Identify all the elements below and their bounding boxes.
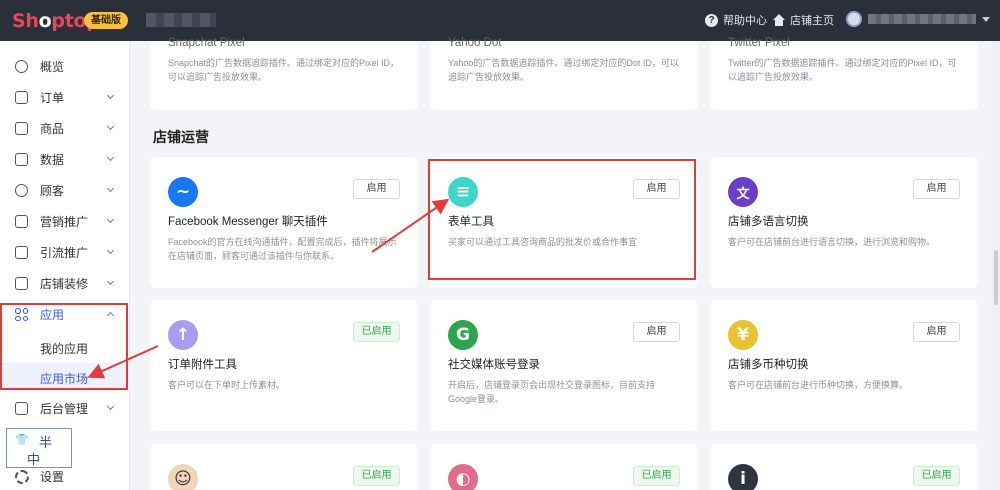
app-card-snapchat-pixel[interactable]: Snapchat Pixel Snapchat的广告数据追踪插件。通过绑定对应的… [150, 37, 418, 110]
caret-down-icon [982, 16, 990, 22]
chevron-down-icon [106, 277, 115, 286]
sidebar-item-decoration[interactable]: 店铺装修 [0, 268, 130, 299]
user-menu[interactable] [846, 11, 990, 27]
chevron-down-icon [106, 184, 115, 193]
gear-icon [15, 469, 29, 484]
sidebar-item-customers[interactable]: 顾客 [0, 175, 130, 206]
app-card-multi-currency[interactable]: ¥ 启用 店铺多币种切换 客户可在店铺前台进行币种切换，方便换算。 [710, 300, 978, 431]
palette-icon: ◐ [448, 464, 478, 490]
help-center-label: 帮助中心 [723, 15, 767, 27]
section-title-store-operation: 店铺运营 [153, 129, 209, 145]
sidebar-item-products[interactable]: 商品 [0, 113, 130, 144]
sidebar-item-admin[interactable]: 后台管理 [0, 393, 130, 424]
store-home-link[interactable]: 店铺主页 [773, 12, 834, 28]
help-icon: ? [705, 13, 718, 27]
messenger-icon: ~ [168, 177, 198, 207]
annotation-box-form-tool [428, 159, 696, 280]
chevron-down-icon [106, 215, 115, 224]
decoration-icon [15, 277, 28, 290]
store-home-label: 店铺主页 [790, 15, 834, 27]
enabled-button[interactable]: 已启用 [353, 322, 400, 342]
sidebar-item-marketing[interactable]: 营销推广 [0, 206, 130, 237]
plan-badge: 基础版 [84, 12, 128, 29]
enabled-button[interactable]: 已启用 [353, 466, 400, 486]
chevron-down-icon [106, 153, 115, 162]
info-icon: i [728, 464, 758, 490]
traffic-icon [15, 246, 28, 259]
house-icon [773, 14, 785, 26]
enable-button[interactable]: 启用 [913, 179, 960, 199]
app-card-row3-2[interactable]: ◐ 已启用 [430, 444, 698, 490]
app-card-row3-1[interactable]: ☺ 已启用 [150, 444, 418, 490]
user-name-blurred [868, 14, 976, 24]
marketing-icon [15, 215, 28, 228]
app-card-row3-3[interactable]: i 已启用 [710, 444, 978, 490]
order-icon [15, 91, 28, 104]
chevron-down-icon [106, 122, 115, 131]
annotation-box-apps [0, 303, 128, 390]
app-card-yahoo-dot[interactable]: Yahoo Dot Yahoo的广告数据追踪插件。通过绑定对应的Dot ID，可… [430, 37, 698, 110]
upload-icon: ↑ [168, 320, 198, 350]
customer-icon [15, 184, 28, 197]
store-name-blurred [146, 13, 216, 27]
app-card-multi-language[interactable]: 文 启用 店铺多语言切换 客户可在店铺前台进行语言切换，进行浏览和购物。 [710, 157, 978, 288]
scrollbar-thumb[interactable] [994, 250, 998, 305]
watermark-logo: 👕 半 中 [6, 428, 72, 468]
enabled-button[interactable]: 已启用 [913, 466, 960, 486]
currency-icon: ¥ [728, 320, 758, 350]
enable-button[interactable]: 启用 [633, 322, 680, 342]
avatar [846, 11, 862, 27]
app-card-twitter-pixel[interactable]: Twitter Pixel Twitter的广告数据追踪插件。通过绑定对应的Pi… [710, 37, 978, 110]
chevron-down-icon [106, 91, 115, 100]
chevron-down-icon [106, 246, 115, 255]
app-card-messenger[interactable]: ~ 启用 Facebook Messenger 聊天插件 Facebook的官方… [150, 157, 418, 288]
app-card-order-attachment[interactable]: ↑ 已启用 订单附件工具 客户可以在下单时上传素材。 [150, 300, 418, 431]
product-icon [15, 122, 28, 135]
dashboard-icon [15, 60, 28, 73]
help-center-link[interactable]: ? 帮助中心 [705, 12, 767, 28]
sidebar-item-data[interactable]: 数据 [0, 144, 130, 175]
enable-button[interactable]: 启用 [913, 322, 960, 342]
data-icon [15, 153, 28, 166]
google-icon: G [448, 320, 478, 350]
chevron-down-icon [106, 402, 115, 411]
app-card-social-login[interactable]: G 启用 社交媒体账号登录 开启后，店铺登录页会出现社交登录图标，目前支持Goo… [430, 300, 698, 431]
sidebar: 概览 订单 商品 数据 顾客 营销推广 引流推广 店铺装修 应用 我的应用 应用… [0, 41, 130, 490]
mailchimp-icon: ☺ [168, 464, 198, 490]
sidebar-item-orders[interactable]: 订单 [0, 82, 130, 113]
sidebar-item-overview[interactable]: 概览 [0, 51, 130, 82]
top-bar: Shoptop 基础版 ? 帮助中心 店铺主页 [0, 0, 1000, 41]
admin-icon [15, 402, 28, 415]
translate-icon: 文 [728, 177, 758, 207]
sidebar-item-traffic[interactable]: 引流推广 [0, 237, 130, 268]
enabled-button[interactable]: 已启用 [633, 466, 680, 486]
enable-button[interactable]: 启用 [353, 179, 400, 199]
